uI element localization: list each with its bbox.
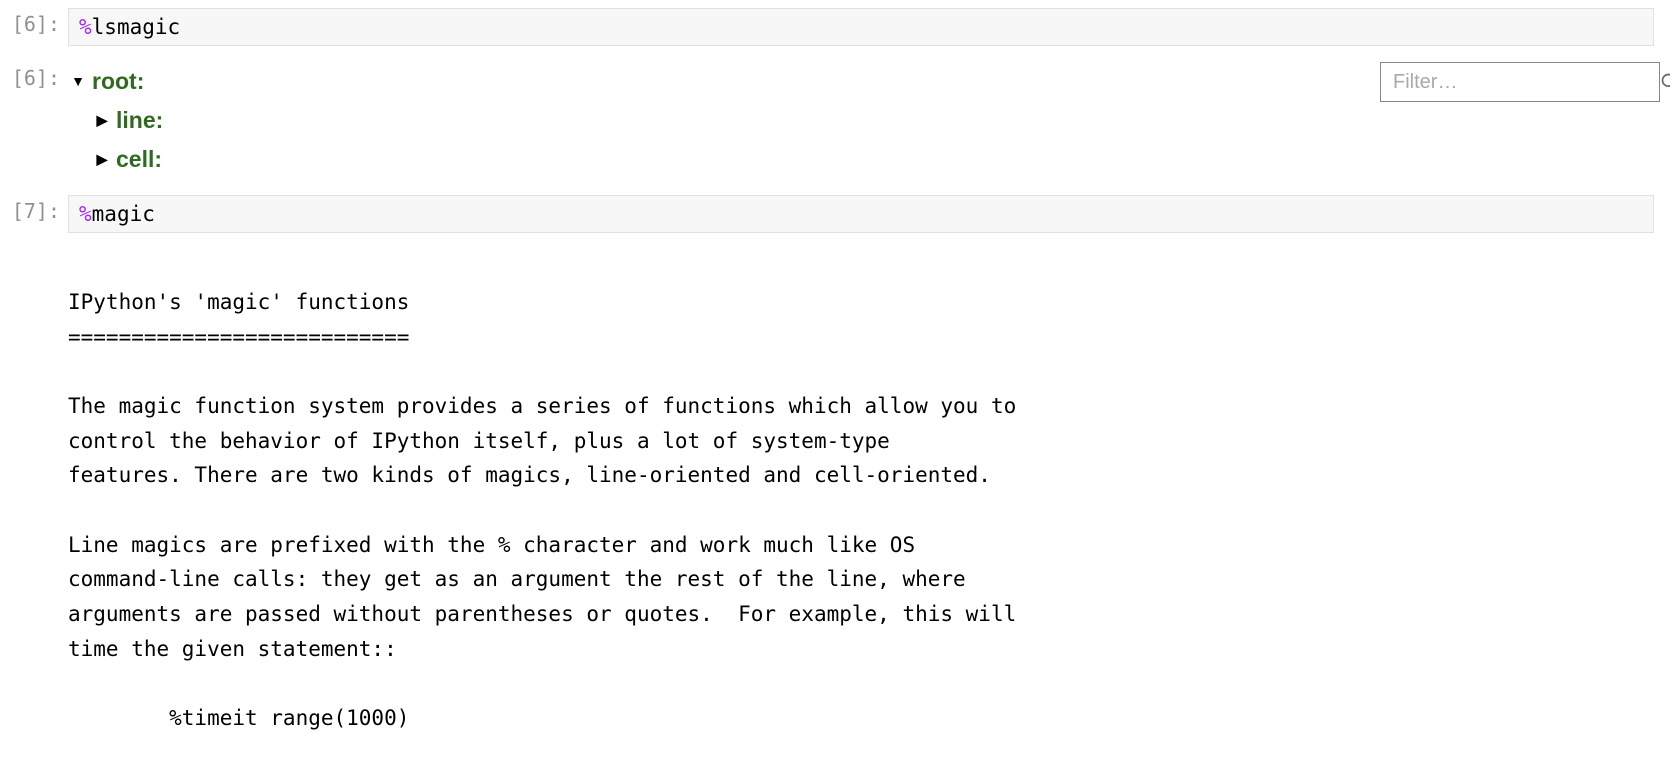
output-cell-7: IPython's 'magic' functions ============… [0, 241, 1670, 743]
magic-command: lsmagic [92, 15, 181, 39]
search-icon [1660, 72, 1670, 92]
chevron-right-icon[interactable]: ▶ [92, 148, 112, 172]
text-output: IPython's 'magic' functions ============… [68, 249, 1654, 735]
code-input[interactable]: %magic [68, 195, 1654, 233]
magic-command: magic [92, 202, 155, 226]
input-prompt: [7]: [0, 195, 68, 233]
magic-prefix: % [79, 202, 92, 226]
input-prompt: [6]: [0, 8, 68, 46]
tree-node-cell[interactable]: ▶ cell: [68, 140, 1670, 179]
tree-key: cell: [116, 140, 162, 179]
chevron-down-icon[interactable]: ▼ [68, 70, 88, 94]
magic-prefix: % [79, 15, 92, 39]
output-prompt: [6]: [0, 62, 68, 179]
output-prompt-empty [0, 249, 68, 735]
tree-key: root: [92, 62, 144, 101]
chevron-right-icon[interactable]: ▶ [92, 109, 112, 133]
filter-input[interactable] [1391, 70, 1660, 95]
code-input[interactable]: %lsmagic [68, 8, 1654, 46]
filter-box [1380, 62, 1660, 102]
output-cell-6: [6]: ▼ root: ▶ line: ▶ cell: [0, 54, 1670, 187]
tree-key: line: [116, 101, 163, 140]
input-cell-6: [6]: %lsmagic [0, 0, 1670, 54]
tree-node-line[interactable]: ▶ line: [68, 101, 1670, 140]
input-cell-7: [7]: %magic [0, 187, 1670, 241]
